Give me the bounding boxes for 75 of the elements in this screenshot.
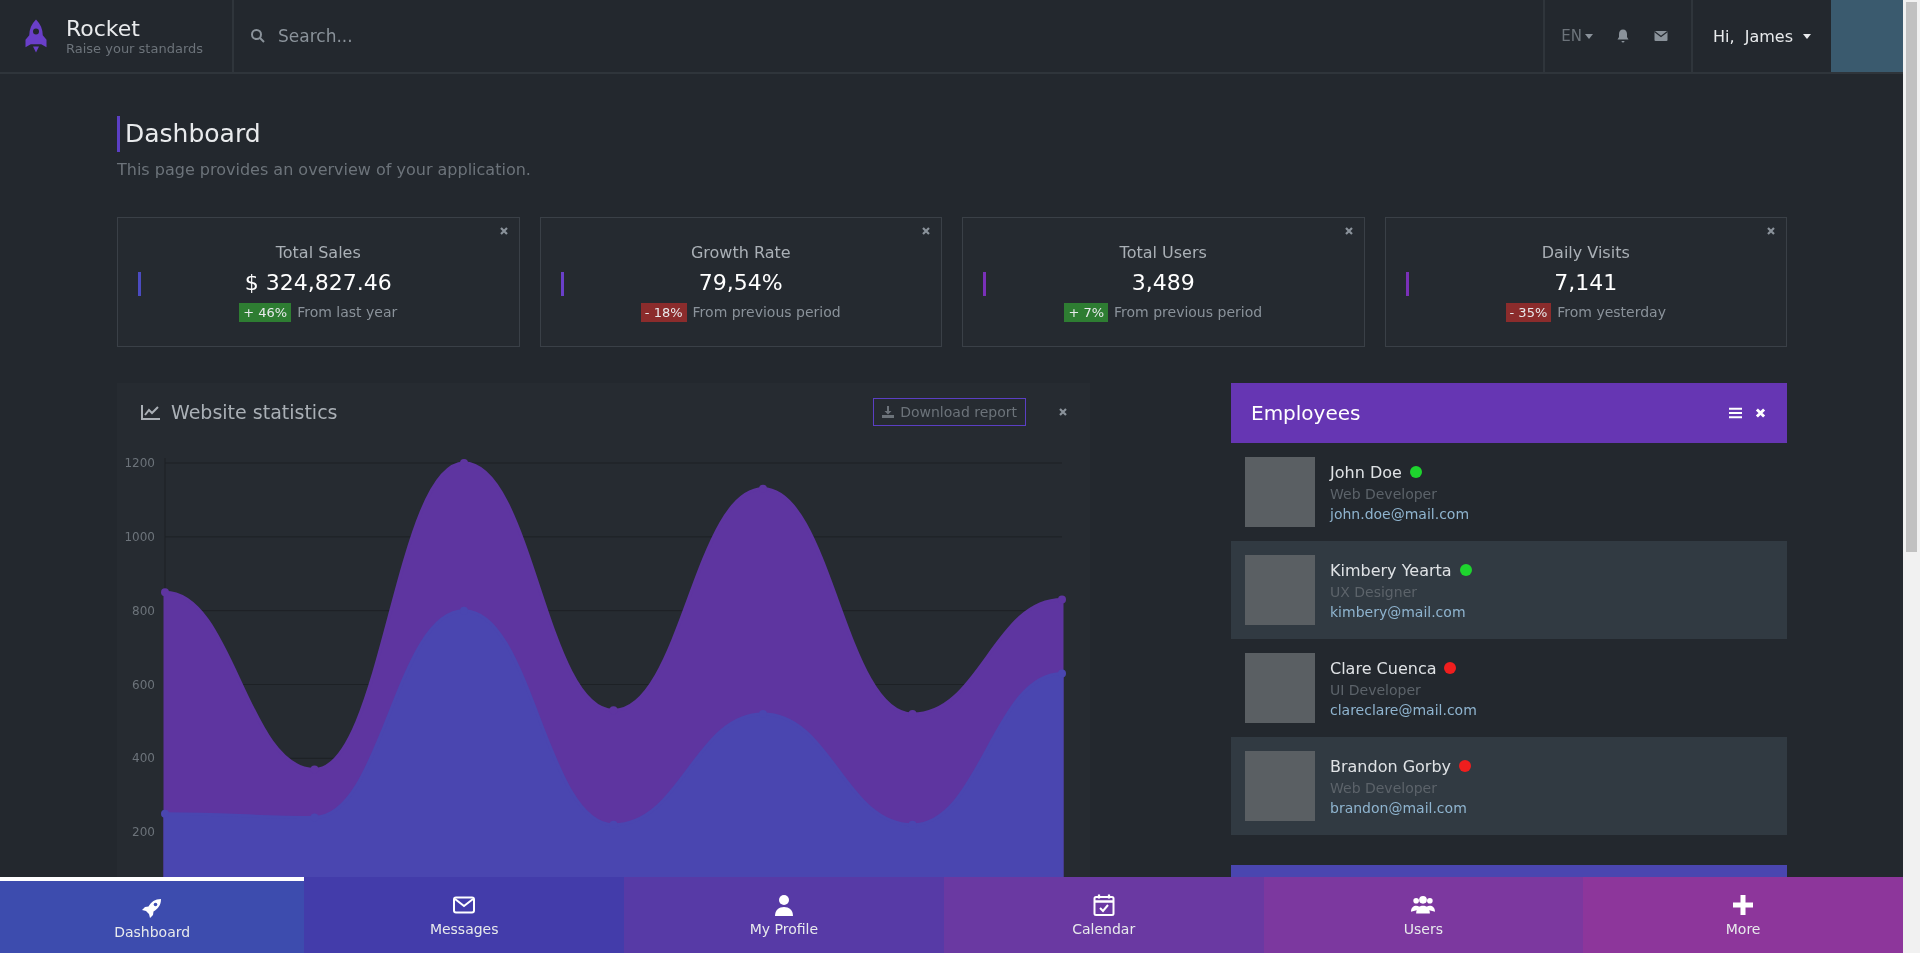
caret-icon	[1584, 33, 1593, 39]
download-icon	[882, 406, 895, 418]
change-badge: + 46%	[239, 302, 292, 322]
search-icon	[250, 28, 266, 44]
change-badge: - 18%	[640, 302, 687, 322]
nav-tab[interactable]: Dashboard	[0, 877, 305, 953]
employee-email[interactable]: kimbery@mail.com	[1330, 603, 1472, 620]
point	[161, 809, 169, 818]
menu-icon[interactable]	[1729, 407, 1742, 419]
stat-note: From last year	[297, 304, 398, 320]
plus-icon	[1731, 893, 1756, 917]
employee-email[interactable]: john.doe@mail.com	[1330, 505, 1470, 522]
photo-placeholder	[1245, 555, 1315, 625]
stat-value: $ 324,827.46	[244, 269, 392, 295]
scrollbar[interactable]	[1903, 0, 1920, 953]
axis-label: 400	[132, 751, 155, 766]
change-badge: - 35%	[1505, 302, 1552, 322]
panel-title: Website statistics	[171, 401, 339, 423]
accent-bar	[138, 272, 141, 296]
stat-title: Total Sales	[275, 242, 361, 262]
point	[1058, 595, 1066, 604]
page-subtitle: This page provides an overview of your application.	[117, 160, 532, 179]
brand-name: Rocket	[66, 16, 141, 41]
accent-bar	[1405, 272, 1409, 296]
photo-placeholder	[1245, 457, 1315, 527]
axis-label: 800	[132, 603, 155, 618]
envelope-icon[interactable]	[1652, 28, 1669, 44]
page-title: Dashboard	[117, 116, 1787, 152]
axis-label: 200	[132, 825, 155, 840]
close-icon[interactable]	[921, 226, 931, 236]
change-badge: + 7%	[1064, 302, 1109, 322]
point	[161, 588, 169, 597]
nav-tab[interactable]: More	[1583, 877, 1903, 953]
nav-tab[interactable]: My Profile	[624, 877, 944, 953]
stat-title: Total Users	[1119, 242, 1207, 262]
accent-bar	[560, 272, 564, 296]
nav-tab[interactable]: Messages	[304, 877, 625, 953]
stat-title: Growth Rate	[690, 242, 791, 262]
brand-tagline: Raise your standards	[66, 41, 204, 56]
employee-name: Kimbery Yearta	[1330, 560, 1452, 580]
stat-note: From previous period	[692, 304, 841, 320]
stat-value: 79,54%	[698, 269, 783, 295]
axis-label: 1200	[124, 456, 155, 470]
stat-note: From previous period	[1114, 304, 1263, 320]
calendar-icon	[1091, 893, 1116, 917]
stat-value: 3,489	[1131, 269, 1195, 295]
photo-placeholder	[1245, 653, 1315, 723]
stat-value: 7,141	[1554, 269, 1618, 295]
photo-placeholder	[1245, 751, 1315, 821]
point	[1058, 669, 1066, 678]
caret-icon	[1803, 33, 1811, 39]
bell-icon[interactable]	[1614, 28, 1631, 44]
axis-label: 600	[132, 677, 155, 692]
user-menu[interactable]: Hi, James	[1692, 0, 1831, 72]
employee-role: UI Developer	[1330, 681, 1422, 698]
search-field[interactable]: Search...	[276, 25, 1544, 47]
axis-label: 1000	[124, 529, 155, 544]
stat-note: From yesterday	[1557, 304, 1666, 320]
employee-email[interactable]: brandon@mail.com	[1330, 799, 1472, 816]
accent-bar	[983, 272, 986, 296]
employee-name: Brandon Gorby	[1330, 756, 1452, 776]
close-icon[interactable]	[1766, 226, 1776, 236]
users-icon	[1411, 893, 1436, 917]
stat-title: Daily Visits	[1541, 242, 1630, 262]
employee-name: Clare Cuenca	[1330, 658, 1437, 678]
close-icon[interactable]	[1058, 407, 1068, 417]
close-icon[interactable]	[498, 226, 509, 236]
employee-role: Web Developer	[1330, 485, 1438, 502]
nav-tab[interactable]: Users	[1263, 877, 1584, 953]
line-chart-icon	[141, 404, 161, 420]
close-icon[interactable]	[1343, 226, 1354, 236]
panel-title: Employees	[1251, 401, 1362, 425]
nav-tab[interactable]: Calendar	[943, 877, 1264, 953]
employee-email[interactable]: clareclare@mail.com	[1330, 701, 1477, 718]
employee-name: John Doe	[1330, 462, 1402, 482]
